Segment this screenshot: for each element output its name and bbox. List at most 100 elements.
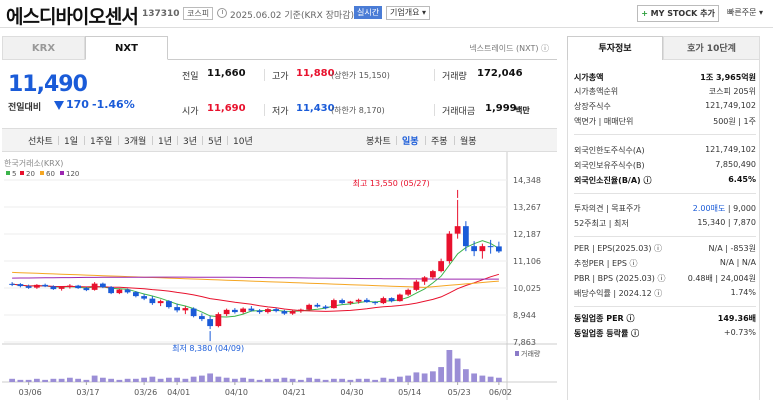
tab-invest-info[interactable]: 투자정보 — [567, 36, 663, 60]
x-tick-label: 04/10 — [225, 388, 248, 397]
period-1d[interactable]: 1일 — [64, 134, 78, 147]
opinion-rating: 2.00매도 — [692, 204, 726, 213]
candle-body — [339, 300, 346, 304]
volume-bar — [240, 377, 247, 382]
info-row-per: PER | EPS(2025.03) ⓘ N/A | -853원 — [574, 243, 756, 256]
period-3m[interactable]: 3개월 — [124, 134, 146, 147]
candle-body — [330, 300, 337, 309]
est-per-label: 추정PER | EPS ⓘ — [574, 259, 638, 268]
candle-body — [256, 310, 263, 313]
foreign-rate-label: 외국인소진율(B/A) ⓘ — [574, 176, 652, 185]
volume-bar — [281, 377, 288, 382]
candle-body — [289, 311, 296, 314]
div-label: 배당수익률 | 2024.12 ⓘ — [574, 289, 663, 298]
candle-body — [347, 301, 354, 304]
volume-label: 거래량 — [442, 72, 467, 82]
volume-bar — [190, 376, 197, 382]
candle-body — [438, 261, 445, 272]
price-chart[interactable]: 한국거래소(KRX) 5 20 60 120 14,348 13,267 12,187 11,1… — [2, 152, 557, 400]
volume-bar — [372, 379, 379, 382]
est-per-value: N/A | N/A — [719, 258, 756, 267]
change-label: 전일대비 — [8, 103, 42, 113]
volume-bar — [108, 378, 115, 382]
upper-limit: (상한가 15,150) — [331, 71, 390, 80]
y-tick-label: 8,944 — [513, 311, 536, 320]
prev-close-label: 전일 — [182, 72, 199, 82]
next-trade-link[interactable]: 넥스트레이드 (NXT) ⓘ — [469, 43, 549, 54]
company-overview-dropdown[interactable]: 기업개요 ▾ — [386, 6, 430, 20]
ma-legend-swatch — [20, 171, 24, 175]
market-tab-bar: KRX NXT 넥스트레이드 (NXT) ⓘ — [2, 36, 557, 60]
volume-bar — [380, 377, 387, 382]
plus-icon: + — [641, 9, 648, 18]
info-row-foreign-limit: 외국인한도주식수(A) 121,749,102 — [574, 145, 756, 158]
tab-nxt[interactable]: NXT — [85, 36, 168, 60]
candle-body — [421, 277, 428, 282]
info-row-pbr: PBR | BPS (2025.03) ⓘ 0.48배 | 24,004원 — [574, 273, 756, 286]
period-3y[interactable]: 3년 — [183, 134, 197, 147]
divider — [118, 136, 119, 145]
volume-bar — [58, 378, 65, 382]
volume-bar — [132, 378, 139, 382]
candle-body — [165, 301, 172, 308]
candle-body — [405, 289, 412, 295]
period-weekly[interactable]: 주봉 — [431, 134, 448, 147]
candle-body — [479, 246, 486, 252]
period-daily[interactable]: 일봉 — [402, 134, 419, 147]
candle-body — [396, 294, 403, 302]
divider — [264, 104, 265, 116]
volume-bar — [116, 379, 123, 382]
candle-body — [75, 285, 82, 289]
industry-rate-value: +0.73% — [723, 328, 756, 337]
candle-body — [264, 309, 271, 313]
info-row-industry-rate: 동일업종 등락률 ⓘ +0.73% — [574, 328, 756, 341]
quick-order-button[interactable]: 빠른주문 ▾ — [727, 7, 763, 18]
volume-bar — [314, 378, 321, 382]
invest-info-panel: 시가총액 1조 3,965억원 시가총액순위 코스피 205위 상장주식수 121,7… — [567, 60, 760, 400]
candle-body — [174, 307, 181, 311]
period-10y[interactable]: 10년 — [233, 134, 253, 147]
volume-value: 172,046 — [477, 68, 523, 79]
clock-icon — [217, 8, 227, 18]
add-mystock-button[interactable]: + MY STOCK 추가 — [637, 5, 719, 22]
volume-bar — [91, 375, 98, 382]
volume-bar — [363, 378, 370, 382]
volume-bar — [207, 373, 214, 382]
industry-per-value: 149.36배 — [717, 314, 756, 323]
y-tick-label: 7,863 — [513, 338, 536, 347]
price-panel: 11,490 전일대비 170 -1.46% 전일 11,660 고가 11,8… — [2, 60, 557, 126]
realtime-button[interactable]: 실시간 — [354, 6, 383, 19]
w52-value: 15,340 | 7,870 — [697, 218, 756, 227]
period-bar: 선차트 1일 1주일 3개월 1년 3년 5년 10년 봉차트 일봉 주봉 월봉 — [2, 128, 557, 152]
chart-bg — [2, 152, 557, 400]
volume-bar — [25, 379, 32, 382]
stock-code: 137310 — [142, 9, 180, 19]
candle-body — [66, 285, 73, 288]
candle-body — [380, 298, 387, 304]
period-5y[interactable]: 5년 — [208, 134, 222, 147]
candle-body — [446, 233, 453, 262]
amount-unit: 백만 — [515, 106, 530, 115]
tab-order-book[interactable]: 호가 10단계 — [663, 36, 760, 60]
tab-krx[interactable]: KRX — [2, 36, 85, 60]
target-price: | 9,000 — [725, 204, 756, 213]
stock-name: 에스디바이오센서 — [6, 6, 139, 28]
period-monthly[interactable]: 월봉 — [460, 134, 477, 147]
candle-body — [388, 298, 395, 302]
opinion-value: 2.00매도 | 9,000 — [693, 203, 756, 214]
volume-bar — [256, 379, 263, 382]
volume-bar — [339, 378, 346, 382]
volume-bar — [75, 378, 82, 382]
candle-body — [273, 309, 280, 312]
candle-body — [429, 271, 436, 278]
volume-bar — [149, 376, 156, 382]
volume-bar — [347, 379, 354, 382]
x-tick-label: 03/26 — [134, 388, 157, 397]
volume-bar — [17, 379, 24, 382]
down-arrow-icon — [54, 101, 64, 110]
candle-body — [83, 288, 90, 291]
period-1w[interactable]: 1주일 — [90, 134, 112, 147]
candle-body — [413, 281, 420, 290]
candle-body — [33, 284, 40, 288]
period-1y[interactable]: 1년 — [158, 134, 172, 147]
